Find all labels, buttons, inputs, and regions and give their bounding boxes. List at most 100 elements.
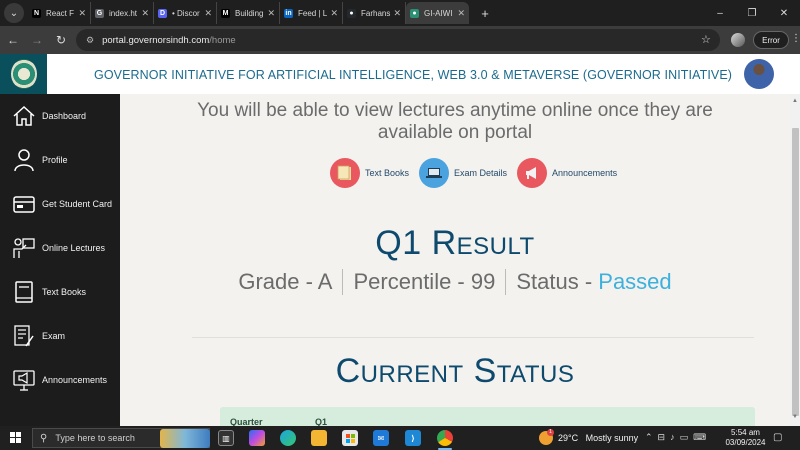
- file-explorer-icon[interactable]: [311, 430, 327, 446]
- notification-icon[interactable]: ▢: [773, 432, 782, 443]
- tab-title: Farhans: [361, 8, 391, 18]
- megaphone-icon: [517, 158, 548, 188]
- sidebar-item-label: Get Student Card: [42, 199, 113, 209]
- bookmark-star-icon[interactable]: ☆: [701, 33, 711, 46]
- browser-tab[interactable]: ● Farhans ✕: [343, 2, 406, 24]
- governor-seal-icon: [10, 59, 37, 89]
- quick-link-exam-details[interactable]: Exam Details: [419, 158, 507, 188]
- quick-link-text-books[interactable]: Text Books: [330, 158, 409, 188]
- back-arrow-icon[interactable]: ←: [2, 33, 24, 47]
- site-info-icon[interactable]: ⚙: [86, 35, 94, 46]
- battery-icon[interactable]: ▭: [680, 432, 689, 443]
- task-view-icon[interactable]: ▥: [218, 430, 234, 446]
- site-header: GOVERNOR INITIATIVE FOR ARTIFICIAL INTEL…: [0, 54, 800, 94]
- browser-menu-icon[interactable]: ⋮: [791, 33, 800, 44]
- keyboard-icon[interactable]: ⌨: [693, 432, 706, 443]
- browser-profile-icon[interactable]: [731, 33, 745, 47]
- scroll-down-icon[interactable]: ▼: [792, 414, 798, 420]
- quick-link-label: Text Books: [365, 168, 410, 178]
- tab-close-icon[interactable]: ✕: [78, 8, 86, 19]
- divider: [342, 269, 344, 295]
- copilot-icon[interactable]: [249, 430, 265, 446]
- browser-tab[interactable]: ● GI-AIWI ✕: [406, 2, 469, 24]
- current-status-title: Current Status: [335, 352, 575, 390]
- browser-tab[interactable]: Gindex.ht ✕: [91, 2, 154, 24]
- megaphone-icon: [11, 367, 37, 393]
- sidebar-item-student-card[interactable]: Get Student Card: [0, 189, 120, 219]
- new-tab-button[interactable]: +: [475, 6, 495, 21]
- tab-close-icon[interactable]: ✕: [457, 8, 465, 19]
- network-icon[interactable]: ⊟: [658, 432, 666, 443]
- tab-close-icon[interactable]: ✕: [330, 8, 338, 19]
- forward-arrow-icon[interactable]: →: [26, 33, 48, 47]
- weather-widget[interactable]: 29°C Mostly sunny: [558, 433, 638, 443]
- clock-date: 03/09/2024: [725, 438, 766, 447]
- card-icon: [11, 191, 37, 217]
- result-title: Q1 Result: [375, 224, 535, 262]
- lecture-info-line-2: available on portal: [377, 122, 533, 143]
- browser-tab[interactable]: D • Discor ✕: [154, 2, 217, 24]
- scrollbar-thumb[interactable]: [792, 128, 799, 416]
- error-button[interactable]: Error: [753, 31, 789, 49]
- logo[interactable]: [0, 54, 47, 94]
- status-label: Status -: [516, 269, 599, 294]
- lecture-info: You will be able to view lectures anytim…: [120, 100, 790, 144]
- page-scrollbar[interactable]: ▲ ▼: [790, 94, 800, 426]
- weather-desc: Mostly sunny: [585, 433, 639, 443]
- sidebar-item-exam[interactable]: Exam: [0, 321, 120, 351]
- clock-time: 5:54 am: [731, 428, 760, 437]
- tab-title: index.ht: [109, 8, 138, 18]
- minimize-button[interactable]: –: [704, 8, 736, 19]
- chevron-up-icon[interactable]: ⌃: [645, 432, 653, 443]
- mail-icon[interactable]: ✉: [373, 430, 389, 446]
- microsoft-store-icon[interactable]: [342, 430, 358, 446]
- vscode-icon[interactable]: ⟩: [405, 430, 421, 446]
- system-clock[interactable]: 5:54 am 03/09/2024: [723, 428, 768, 448]
- sidebar-item-label: Text Books: [42, 287, 87, 297]
- browser-tab[interactable]: N React F ✕: [28, 2, 91, 24]
- sidebar-item-announcements[interactable]: Announcements: [0, 365, 120, 395]
- url-input[interactable]: ⚙ portal.governorsindh.com/home: [76, 29, 720, 51]
- weather-alert-badge: 1: [547, 429, 554, 436]
- avatar[interactable]: [744, 59, 774, 89]
- sidebar-item-text-books[interactable]: Text Books: [0, 277, 120, 307]
- browser-tab[interactable]: M Building ✕: [217, 2, 280, 24]
- exam-icon: [11, 323, 37, 349]
- sidebar-item-label: Exam: [42, 331, 66, 341]
- section-divider: [192, 337, 754, 338]
- tab-title: GI-AIWI: [424, 8, 453, 18]
- tab-favicon-icon: ●: [410, 8, 419, 18]
- reload-icon[interactable]: ↻: [50, 33, 72, 47]
- tab-close-icon[interactable]: ✕: [141, 8, 149, 19]
- browser-tab[interactable]: in Feed | L ✕: [280, 2, 343, 24]
- volume-icon[interactable]: ♪: [670, 432, 675, 443]
- sidebar-item-profile[interactable]: Profile: [0, 145, 120, 175]
- book-icon: [11, 279, 37, 305]
- tab-favicon-icon: M: [221, 8, 230, 18]
- tab-close-icon[interactable]: ✕: [267, 8, 275, 19]
- windows-taskbar: ⚲ Type here to search ▥ ✉ ⟩ 1 29°C Mostl…: [0, 426, 800, 450]
- restore-button[interactable]: ❐: [736, 8, 768, 19]
- windows-start-icon[interactable]: [10, 432, 21, 443]
- quick-link-announcements[interactable]: Announcements: [517, 158, 617, 188]
- sidebar-item-dashboard[interactable]: Dashboard: [0, 101, 120, 131]
- sidebar: Dashboard Profile Get Student Card Onlin…: [0, 94, 120, 426]
- tab-close-icon[interactable]: ✕: [393, 8, 401, 19]
- tab-close-icon[interactable]: ✕: [204, 8, 212, 19]
- edge-icon[interactable]: [280, 430, 296, 446]
- sidebar-item-label: Dashboard: [42, 111, 87, 121]
- status-table-header-quarter: Quarter: [230, 417, 263, 426]
- tab-favicon-icon: D: [158, 8, 167, 18]
- status-badge: Passed: [598, 269, 672, 294]
- address-bar-row: ← → ↻ ⚙ portal.governorsindh.com/home ☆: [0, 26, 800, 54]
- status-table: Quarter Q1: [220, 407, 755, 426]
- sidebar-item-online-lectures[interactable]: Online Lectures: [0, 233, 120, 263]
- chrome-icon[interactable]: [437, 430, 453, 446]
- tab-favicon-icon: G: [95, 8, 104, 18]
- tab-search-button[interactable]: ⌄: [4, 3, 24, 23]
- url-host: portal.governorsindh.com: [102, 34, 210, 46]
- tab-title: Feed | L: [298, 8, 328, 18]
- grade-value: Grade - A: [238, 269, 333, 294]
- scroll-up-icon[interactable]: ▲: [792, 98, 798, 104]
- close-button[interactable]: ✕: [768, 8, 800, 19]
